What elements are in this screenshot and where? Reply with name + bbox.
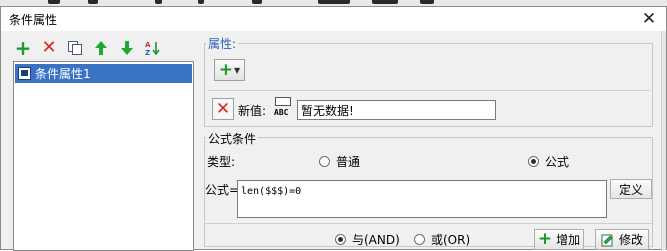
scrollbar[interactable] (661, 31, 666, 251)
add-property-dropdown[interactable]: + ▼ (214, 59, 245, 81)
type-formula-radio[interactable]: 公式 (528, 153, 569, 170)
plus-icon: + (537, 229, 553, 249)
type-normal-radio[interactable]: 普通 (319, 153, 360, 170)
chevron-down-icon: ▼ (234, 65, 241, 75)
logic-divider (205, 223, 652, 224)
plus-icon: + (218, 59, 234, 80)
title-bar: 条件属性 ✕ (1, 7, 666, 31)
radio-dot-selected (335, 234, 346, 245)
list-item[interactable]: 条件属性1 (15, 64, 192, 83)
radio-dot (414, 234, 425, 245)
modify-button-label: 修改 (618, 233, 643, 247)
svg-text:Z: Z (145, 49, 150, 57)
sort-icon[interactable]: A Z (143, 38, 163, 58)
new-value-input[interactable]: 暂无数据! (297, 100, 496, 120)
define-button-label: 定义 (618, 182, 643, 197)
move-up-icon[interactable] (91, 38, 111, 58)
properties-divider (208, 90, 650, 91)
new-value-label: 新值: (238, 104, 267, 118)
define-button[interactable]: 定义 (610, 179, 652, 199)
new-value-text: 暂无数据! (301, 103, 354, 118)
condition-attributes-dialog: 条件属性 ✕ + ✕ A Z 条件属性1 属性: + ▼ ✕ 新值: ABC 暂… (0, 6, 667, 251)
logic-or-label: 或(OR) (431, 233, 471, 247)
logic-or-radio[interactable]: 或(OR) (414, 231, 470, 248)
text-type-icon[interactable]: ABC (273, 97, 295, 121)
add-icon[interactable]: + (13, 38, 33, 58)
red-x-icon: ✕ (215, 99, 231, 119)
modify-button[interactable]: 修改 (595, 229, 649, 250)
type-formula-label: 公式 (545, 155, 570, 169)
formula-text: len($$$)=0 (241, 186, 302, 197)
properties-group-label: 属性: (206, 35, 239, 52)
type-normal-label: 普通 (336, 155, 361, 169)
logic-and-radio[interactable]: 与(AND) (335, 231, 400, 248)
add-button[interactable]: + 增加 (534, 229, 584, 250)
condition-item-label: 条件属性1 (35, 67, 91, 81)
logic-and-label: 与(AND) (352, 233, 400, 247)
formula-input[interactable]: len($$$)=0 (237, 180, 607, 218)
condition-list[interactable]: 条件属性1 (13, 61, 194, 251)
left-toolbar: + ✕ A Z (13, 37, 173, 59)
close-button[interactable]: ✕ (638, 8, 660, 30)
type-label: 类型: (207, 155, 236, 169)
svg-text:A: A (145, 41, 151, 49)
radio-dot-selected (528, 156, 539, 167)
move-down-icon[interactable] (117, 38, 137, 58)
copy-icon[interactable] (65, 38, 85, 58)
add-button-label: 增加 (556, 233, 581, 247)
formula-label: 公式= (205, 183, 240, 197)
delete-icon[interactable]: ✕ (39, 38, 59, 58)
formula-condition-group-label: 公式条件 (206, 130, 259, 147)
edit-icon (601, 233, 615, 247)
condition-item-icon (18, 67, 31, 80)
radio-dot (319, 156, 330, 167)
clear-value-button[interactable]: ✕ (212, 98, 234, 120)
dialog-title: 条件属性 (9, 13, 58, 27)
